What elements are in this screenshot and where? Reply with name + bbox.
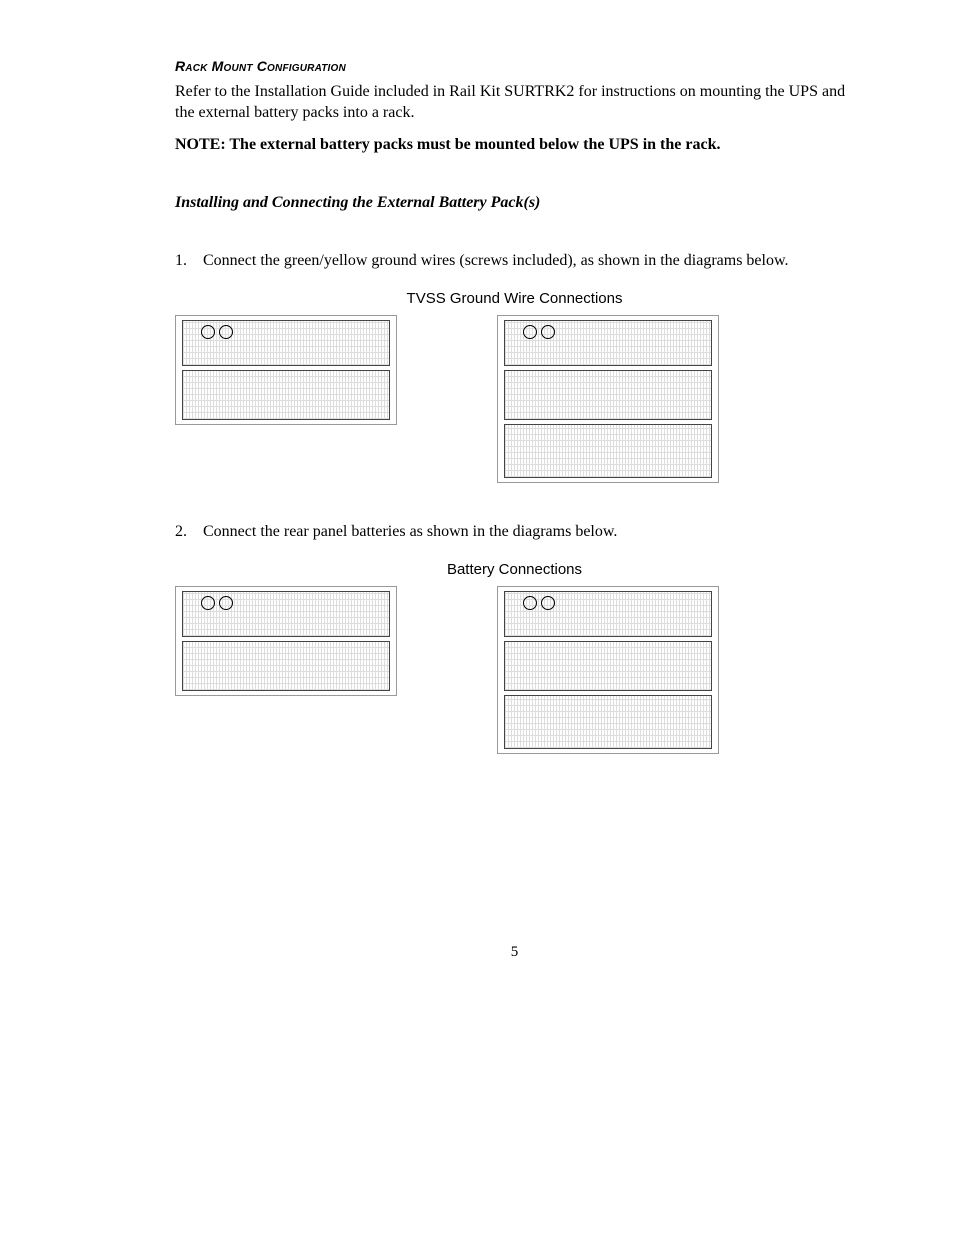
subsection-heading: Installing and Connecting the External B… — [175, 194, 854, 212]
battery-pack-rear-panel-icon — [504, 641, 712, 691]
ups-rear-panel-icon — [182, 591, 390, 637]
step-text: Connect the green/yellow ground wires (s… — [203, 252, 788, 270]
battery-connection-diagram-dual-pack — [497, 586, 719, 754]
tvss-wiring-diagram-single-pack — [175, 315, 397, 425]
document-page: Rack Mount Configuration Refer to the In… — [0, 0, 954, 961]
step-1: 1. Connect the green/yellow ground wires… — [175, 252, 854, 270]
tvss-wiring-diagram-dual-pack — [497, 315, 719, 483]
battery-pack-rear-panel-icon — [504, 695, 712, 749]
ups-rear-panel-icon — [504, 591, 712, 637]
ups-rear-panel-icon — [182, 320, 390, 366]
battery-connection-diagram-single-pack — [175, 586, 397, 696]
page-number: 5 — [175, 944, 854, 961]
battery-pack-rear-panel-icon — [182, 641, 390, 691]
figure-caption-battery: Battery Connections — [175, 561, 854, 578]
battery-pack-rear-panel-icon — [182, 370, 390, 420]
battery-diagram-row — [175, 586, 854, 754]
step-number: 1. — [175, 252, 203, 270]
step-text: Connect the rear panel batteries as show… — [203, 523, 617, 541]
note-text: NOTE: The external battery packs must be… — [175, 136, 854, 154]
battery-pack-rear-panel-icon — [504, 424, 712, 478]
tvss-diagram-row — [175, 315, 854, 483]
step-2: 2. Connect the rear panel batteries as s… — [175, 523, 854, 541]
figure-caption-tvss: TVSS Ground Wire Connections — [175, 290, 854, 307]
battery-pack-rear-panel-icon — [504, 370, 712, 420]
section-heading: Rack Mount Configuration — [175, 58, 854, 74]
step-number: 2. — [175, 523, 203, 541]
ups-rear-panel-icon — [504, 320, 712, 366]
intro-paragraph: Refer to the Installation Guide included… — [175, 82, 854, 124]
